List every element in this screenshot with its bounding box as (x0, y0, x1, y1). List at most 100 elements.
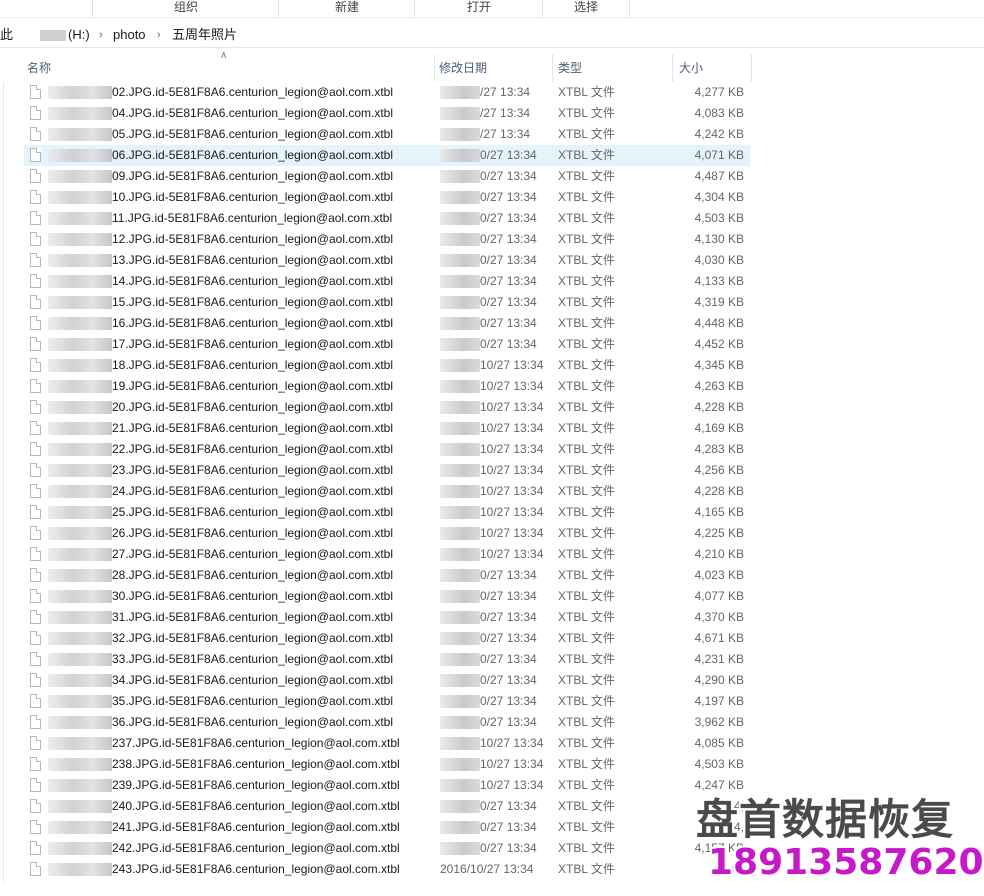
file-size: 4,304 KB (694, 190, 744, 204)
file-row[interactable]: 20.JPG.id-5E81F8A6.centurion_legion@aol.… (24, 397, 750, 418)
file-row[interactable]: 25.JPG.id-5E81F8A6.centurion_legion@aol.… (24, 502, 750, 523)
file-size: 4,242 KB (694, 127, 744, 141)
file-modified: 10/27 13:34 (480, 736, 544, 750)
file-row[interactable]: 02.JPG.id-5E81F8A6.centurion_legion@aol.… (24, 82, 750, 103)
file-row[interactable]: 09.JPG.id-5E81F8A6.centurion_legion@aol.… (24, 166, 750, 187)
file-row[interactable]: 33.JPG.id-5E81F8A6.centurion_legion@aol.… (24, 649, 750, 670)
column-divider[interactable] (434, 54, 435, 82)
file-name: 30.JPG.id-5E81F8A6.centurion_legion@aol.… (112, 589, 394, 603)
file-size: 4,452 KB (694, 337, 744, 351)
file-row[interactable]: 11.JPG.id-5E81F8A6.centurion_legion@aol.… (24, 208, 750, 229)
chevron-right-icon[interactable]: › (99, 23, 103, 47)
file-modified: /27 13:34 (480, 127, 531, 141)
file-row[interactable]: 35.JPG.id-5E81F8A6.centurion_legion@aol.… (24, 691, 750, 712)
file-row[interactable]: 23.JPG.id-5E81F8A6.centurion_legion@aol.… (24, 460, 750, 481)
blurred-date-prefix (440, 569, 480, 582)
blurred-date-prefix (440, 233, 480, 246)
column-header-name[interactable]: 名称 (27, 58, 435, 82)
file-name: 36.JPG.id-5E81F8A6.centurion_legion@aol.… (112, 715, 394, 729)
column-header-modified[interactable]: 修改日期 (439, 58, 549, 82)
file-icon (30, 337, 41, 351)
file-row[interactable]: 242.JPG.id-5E81F8A6.centurion_legion@aol… (24, 838, 750, 859)
file-name: 02.JPG.id-5E81F8A6.centurion_legion@aol.… (112, 85, 394, 99)
file-row[interactable]: 24.JPG.id-5E81F8A6.centurion_legion@aol.… (24, 481, 750, 502)
file-row[interactable]: 34.JPG.id-5E81F8A6.centurion_legion@aol.… (24, 670, 750, 691)
file-size: 4,290 KB (694, 673, 744, 687)
file-row[interactable]: 17.JPG.id-5E81F8A6.centurion_legion@aol.… (24, 334, 750, 355)
blurred-date-prefix (440, 275, 480, 288)
file-row[interactable]: 21.JPG.id-5E81F8A6.centurion_legion@aol.… (24, 418, 750, 439)
file-type: XTBL 文件 (558, 526, 615, 540)
file-row[interactable]: 10.JPG.id-5E81F8A6.centurion_legion@aol.… (24, 187, 750, 208)
file-row[interactable]: 16.JPG.id-5E81F8A6.centurion_legion@aol.… (24, 313, 750, 334)
file-row[interactable]: 05.JPG.id-5E81F8A6.centurion_legion@aol.… (24, 124, 750, 145)
breadcrumb-truncated[interactable]: 此 (0, 23, 13, 47)
blurred-date-prefix (440, 254, 480, 267)
file-modified: 0/27 13:34 (480, 211, 537, 225)
file-row[interactable]: 15.JPG.id-5E81F8A6.centurion_legion@aol.… (24, 292, 750, 313)
column-header-type[interactable]: 类型 (558, 58, 668, 82)
file-row[interactable]: 04.JPG.id-5E81F8A6.centurion_legion@aol.… (24, 103, 750, 124)
file-type: XTBL 文件 (558, 358, 615, 372)
column-divider[interactable] (672, 54, 673, 82)
file-row[interactable]: 238.JPG.id-5E81F8A6.centurion_legion@aol… (24, 754, 750, 775)
file-row[interactable]: 19.JPG.id-5E81F8A6.centurion_legion@aol.… (24, 376, 750, 397)
file-row[interactable]: 06.JPG.id-5E81F8A6.centurion_legion@aol.… (24, 145, 750, 166)
ribbon-group-label: 选择 (573, 0, 598, 14)
column-header-size[interactable]: 大小 (679, 58, 749, 82)
file-type: XTBL 文件 (558, 673, 615, 687)
ribbon-group-open[interactable]: 打开 (414, 0, 543, 17)
file-size: 4,228 KB (694, 484, 744, 498)
file-icon (30, 127, 41, 141)
column-divider[interactable] (552, 54, 553, 82)
file-row[interactable]: 18.JPG.id-5E81F8A6.centurion_legion@aol.… (24, 355, 750, 376)
file-row[interactable]: 26.JPG.id-5E81F8A6.centurion_legion@aol.… (24, 523, 750, 544)
file-row[interactable]: 22.JPG.id-5E81F8A6.centurion_legion@aol.… (24, 439, 750, 460)
file-type: XTBL 文件 (558, 274, 615, 288)
file-type: XTBL 文件 (558, 421, 615, 435)
file-row[interactable]: 32.JPG.id-5E81F8A6.centurion_legion@aol.… (24, 628, 750, 649)
ribbon-group-select[interactable]: 选择 (542, 0, 630, 17)
file-row[interactable]: 240.JPG.id-5E81F8A6.centurion_legion@aol… (24, 796, 750, 817)
file-modified: 10/27 13:34 (480, 505, 544, 519)
file-row[interactable]: 14.JPG.id-5E81F8A6.centurion_legion@aol.… (24, 271, 750, 292)
column-divider[interactable] (751, 54, 752, 82)
file-modified: 0/27 13:34 (480, 841, 537, 855)
blurred-name-prefix (48, 296, 112, 309)
file-modified: 10/27 13:34 (480, 484, 544, 498)
ribbon-group-bar: 组织 新建 打开 选择 (0, 0, 984, 18)
blurred-name-prefix (48, 464, 112, 477)
file-row[interactable]: 30.JPG.id-5E81F8A6.centurion_legion@aol.… (24, 586, 750, 607)
file-type: XTBL 文件 (558, 463, 615, 477)
file-name: 14.JPG.id-5E81F8A6.centurion_legion@aol.… (112, 274, 394, 288)
ribbon-group-new[interactable]: 新建 (278, 0, 415, 17)
file-row[interactable]: 13.JPG.id-5E81F8A6.centurion_legion@aol.… (24, 250, 750, 271)
file-name: 25.JPG.id-5E81F8A6.centurion_legion@aol.… (112, 505, 394, 519)
blurred-name-prefix (48, 254, 112, 267)
file-size: 4,231 KB (694, 652, 744, 666)
file-row[interactable]: 12.JPG.id-5E81F8A6.centurion_legion@aol.… (24, 229, 750, 250)
file-name: 27.JPG.id-5E81F8A6.centurion_legion@aol.… (112, 547, 394, 561)
file-icon (30, 379, 41, 393)
file-row[interactable]: 31.JPG.id-5E81F8A6.centurion_legion@aol.… (24, 607, 750, 628)
ribbon-group-organize[interactable]: 组织 (92, 0, 279, 17)
file-row[interactable]: 243.JPG.id-5E81F8A6.centurion_legion@aol… (24, 859, 750, 880)
file-size: 4,671 KB (694, 631, 744, 645)
file-row[interactable]: 239.JPG.id-5E81F8A6.centurion_legion@aol… (24, 775, 750, 796)
file-name: 11.JPG.id-5E81F8A6.centurion_legion@aol.… (112, 211, 393, 225)
chevron-right-icon[interactable]: › (157, 23, 161, 47)
file-row[interactable]: 237.JPG.id-5E81F8A6.centurion_legion@aol… (24, 733, 750, 754)
blurred-date-prefix (440, 464, 480, 477)
breadcrumb-drive[interactable]: (H:) (68, 23, 90, 47)
breadcrumb-folder[interactable]: photo (113, 23, 146, 47)
file-row[interactable]: 27.JPG.id-5E81F8A6.centurion_legion@aol.… (24, 544, 750, 565)
blurred-date-prefix (440, 611, 480, 624)
file-icon (30, 673, 41, 687)
file-modified: /27 13:34 (480, 106, 531, 120)
breadcrumb-current[interactable]: 五周年照片 (172, 23, 237, 47)
file-type: XTBL 文件 (558, 232, 615, 246)
file-name: 16.JPG.id-5E81F8A6.centurion_legion@aol.… (112, 316, 394, 330)
file-row[interactable]: 36.JPG.id-5E81F8A6.centurion_legion@aol.… (24, 712, 750, 733)
file-row[interactable]: 28.JPG.id-5E81F8A6.centurion_legion@aol.… (24, 565, 750, 586)
file-row[interactable]: 241.JPG.id-5E81F8A6.centurion_legion@aol… (24, 817, 750, 838)
